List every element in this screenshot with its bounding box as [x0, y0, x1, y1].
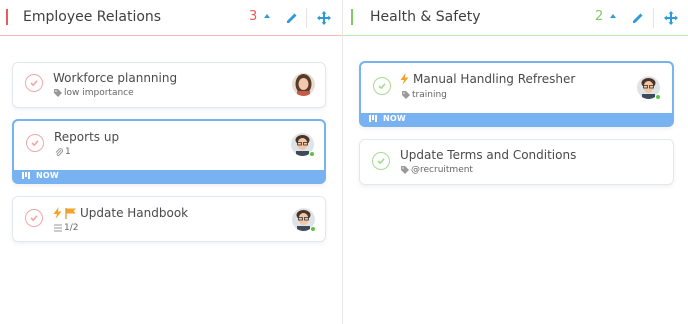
online-status-dot — [309, 151, 315, 157]
header-separator — [653, 8, 654, 28]
assignee-avatar[interactable] — [292, 73, 315, 96]
task-title-row: Update Handbook — [53, 206, 188, 220]
kanban-board: Employee Relations 3 Health & Safety 2 W… — [0, 0, 688, 324]
column-divider — [342, 0, 343, 324]
tag-icon — [402, 91, 410, 99]
edit-column-button[interactable] — [283, 9, 300, 26]
kanban-bars-icon — [22, 171, 30, 179]
task-tag: @recruitment — [401, 165, 473, 175]
move-column-button[interactable] — [315, 9, 332, 26]
complete-task-checkbox[interactable] — [26, 134, 44, 152]
task-card[interactable]: Update Handbook 1/2 — [12, 196, 326, 242]
online-status-dot — [310, 226, 316, 232]
pencil-icon — [632, 13, 642, 23]
collapse-caret-icon[interactable] — [610, 14, 616, 18]
checkmark-icon — [30, 215, 38, 222]
task-tag: training — [402, 90, 447, 100]
task-card[interactable]: Workforce plannning low importance — [12, 62, 326, 108]
tag-icon — [54, 89, 62, 97]
move-arrows-icon — [663, 10, 678, 25]
collapse-caret-icon[interactable] — [264, 14, 270, 18]
card-count: 3 — [249, 9, 258, 24]
task-title: Update Terms and Conditions — [400, 148, 577, 162]
now-label: NOW — [383, 113, 406, 123]
column-header-employee-relations: Employee Relations 3 — [0, 0, 342, 36]
tag-icon — [401, 166, 409, 174]
kanban-bars-icon — [369, 114, 377, 122]
tag-label: @recruitment — [411, 165, 473, 175]
checklist-progress-label: 1/2 — [64, 223, 79, 233]
attachment-count-label: 1 — [65, 147, 71, 157]
task-title-row: Manual Handling Refresher — [400, 72, 575, 86]
checkmark-icon — [378, 83, 386, 90]
avatar-woman-icon — [292, 73, 315, 96]
task-card[interactable]: Update Terms and Conditions @recruitment — [359, 139, 674, 185]
task-title: Workforce plannning — [53, 71, 178, 85]
task-title: Reports up — [54, 130, 120, 144]
complete-task-checkbox[interactable] — [373, 77, 391, 95]
checkmark-icon — [30, 80, 38, 87]
task-tag: low importance — [54, 88, 134, 98]
move-column-button[interactable] — [662, 9, 679, 26]
task-title: Update Handbook — [80, 206, 189, 220]
lightning-icon — [400, 73, 409, 85]
column-color-marker — [6, 9, 8, 25]
now-label-strip: NOW — [14, 168, 324, 182]
now-label: NOW — [36, 170, 59, 180]
task-title: Manual Handling Refresher — [413, 72, 576, 86]
now-label-strip: NOW — [361, 111, 672, 125]
column-title: Health & Safety — [370, 9, 481, 25]
tag-label: low importance — [64, 88, 134, 98]
edit-column-button[interactable] — [629, 9, 646, 26]
complete-task-checkbox[interactable] — [372, 152, 390, 170]
pencil-icon — [286, 13, 296, 23]
column-title: Employee Relations — [23, 9, 162, 25]
checkmark-icon — [377, 158, 385, 165]
paperclip-icon — [55, 147, 63, 156]
task-card-now[interactable]: Manual Handling Refresher training NOW — [359, 61, 674, 127]
checkmark-icon — [31, 140, 39, 147]
column-color-marker — [351, 9, 353, 25]
complete-task-checkbox[interactable] — [25, 209, 43, 227]
card-count: 2 — [595, 9, 604, 24]
checklist-progress: 1/2 — [54, 223, 78, 233]
lightning-icon — [53, 207, 62, 219]
task-card-now[interactable]: Reports up 1 NOW — [12, 119, 326, 184]
attachment-count: 1 — [55, 147, 71, 157]
header-separator — [306, 8, 307, 28]
online-status-dot — [655, 94, 661, 100]
complete-task-checkbox[interactable] — [25, 74, 43, 92]
flag-icon — [65, 207, 76, 219]
checklist-icon — [54, 224, 62, 232]
column-header-health-safety: Health & Safety 2 — [343, 0, 688, 36]
move-arrows-icon — [316, 10, 331, 25]
tag-label: training — [412, 90, 447, 100]
